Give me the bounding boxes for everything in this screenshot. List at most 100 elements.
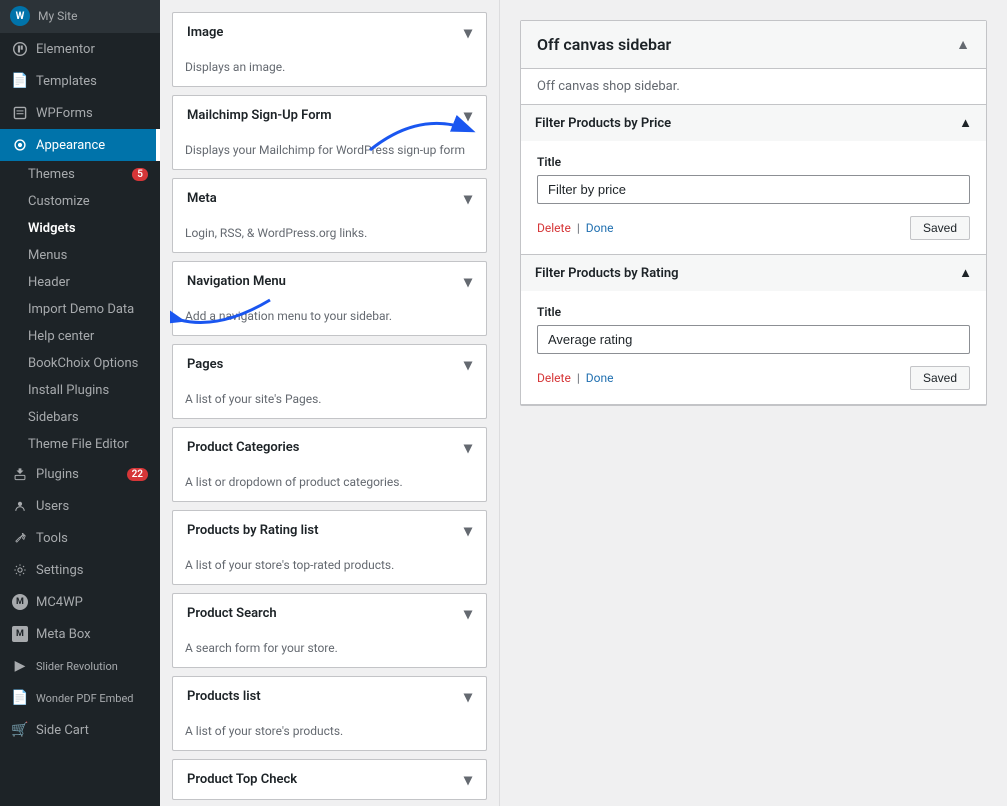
widget-mailchimp-desc: Displays your Mailchimp for WordPress si… — [173, 135, 486, 169]
sidebar-item-metabox[interactable]: M Meta Box — [0, 618, 160, 650]
panel-description: Off canvas shop sidebar. — [521, 69, 986, 105]
slider-icon: ▶ — [12, 658, 28, 674]
sidebar-item-elementor[interactable]: Elementor — [0, 33, 160, 65]
widget-mailchimp-label: Mailchimp Sign-Up Form — [187, 108, 332, 123]
widget-products-by-rating-header[interactable]: Products by Rating list ▾ — [173, 511, 486, 550]
chevron-down-icon: ▾ — [464, 189, 472, 208]
widget-products-by-rating-desc: A list of your store's top-rated product… — [173, 550, 486, 584]
sidebar-item-mc4wp[interactable]: M MC4WP — [0, 586, 160, 618]
rating-field-label: Title — [537, 305, 970, 319]
themes-badge: 5 — [132, 168, 148, 181]
chevron-down-icon: ▾ — [464, 521, 472, 540]
widget-pages-desc: A list of your site's Pages. — [173, 384, 486, 418]
sidebar-item-appearance[interactable]: Appearance — [0, 129, 160, 161]
widget-nav-menu: Navigation Menu ▾ Add a navigation menu … — [172, 261, 487, 336]
users-label: Users — [36, 499, 148, 514]
widget-price-actions: Delete | Done Saved — [537, 216, 970, 240]
rating-separator: | — [577, 371, 580, 385]
wpforms-label: WPForms — [36, 106, 148, 121]
price-saved-button[interactable]: Saved — [910, 216, 970, 240]
sidebar-item-settings[interactable]: Settings — [0, 554, 160, 586]
widget-card-price-collapse-icon: ▲ — [959, 115, 972, 131]
rating-done-link[interactable]: Done — [586, 371, 614, 385]
sidebar-logo[interactable]: W My Site — [0, 0, 160, 33]
off-canvas-panel: Off canvas sidebar ▲ Off canvas shop sid… — [520, 20, 987, 406]
sidebar-sub-header[interactable]: Header — [0, 269, 160, 296]
chevron-down-icon: ▾ — [464, 272, 472, 291]
sidebar-item-plugins[interactable]: Plugins 22 — [0, 458, 160, 490]
chevron-down-icon: ▾ — [464, 604, 472, 623]
sidebar-sub-install[interactable]: Install Plugins — [0, 377, 160, 404]
widget-card-rating-body: Title Delete | Done Saved — [521, 291, 986, 404]
widget-product-categories-desc: A list or dropdown of product categories… — [173, 467, 486, 501]
widget-card-price-title: Filter Products by Price — [535, 116, 671, 131]
widget-image-label: Image — [187, 25, 223, 40]
widget-meta-header[interactable]: Meta ▾ — [173, 179, 486, 218]
tools-label: Tools — [36, 531, 148, 546]
metabox-label: Meta Box — [36, 627, 148, 642]
widget-product-categories-header[interactable]: Product Categories ▾ — [173, 428, 486, 467]
price-delete-link[interactable]: Delete — [537, 221, 571, 235]
bookchoix-label: BookChoix Options — [28, 356, 138, 371]
elementor-icon — [12, 41, 28, 57]
settings-label: Settings — [36, 563, 148, 578]
sidebar-item-tools[interactable]: Tools — [0, 522, 160, 554]
widget-card-rating: Filter Products by Rating ▲ Title Delete… — [521, 255, 986, 405]
widget-meta-desc: Login, RSS, & WordPress.org links. — [173, 218, 486, 252]
widget-pages-header[interactable]: Pages ▾ — [173, 345, 486, 384]
appearance-icon — [12, 137, 28, 153]
sidebar-sub-themes[interactable]: Themes 5 — [0, 161, 160, 188]
widget-card-rating-title: Filter Products by Rating — [535, 266, 679, 281]
sidebar-sub-menus[interactable]: Menus — [0, 242, 160, 269]
sidebar-sub-widgets[interactable]: Widgets — [0, 215, 160, 242]
widget-pages: Pages ▾ A list of your site's Pages. — [172, 344, 487, 419]
sidebar-sub-bookchoix[interactable]: BookChoix Options — [0, 350, 160, 377]
chevron-down-icon: ▾ — [464, 355, 472, 374]
sidebar-sub-theme-editor[interactable]: Theme File Editor — [0, 431, 160, 458]
panel-header: Off canvas sidebar ▲ — [521, 21, 986, 69]
right-panel: Off canvas sidebar ▲ Off canvas shop sid… — [500, 0, 1007, 806]
sidebar-sub-help[interactable]: Help center — [0, 323, 160, 350]
rating-saved-button[interactable]: Saved — [910, 366, 970, 390]
rating-delete-link[interactable]: Delete — [537, 371, 571, 385]
widget-card-price-header[interactable]: Filter Products by Price ▲ — [521, 105, 986, 141]
widget-mailchimp-header[interactable]: Mailchimp Sign-Up Form ▾ — [173, 96, 486, 135]
appearance-label: Appearance — [36, 138, 160, 153]
metabox-icon: M — [12, 626, 28, 642]
widget-products-list-label: Products list — [187, 689, 261, 704]
widget-product-search-header[interactable]: Product Search ▾ — [173, 594, 486, 633]
widget-image-header[interactable]: Image ▾ — [173, 13, 486, 52]
sidebar-item-slider[interactable]: ▶ Slider Revolution — [0, 650, 160, 682]
sidebar-sub-import[interactable]: Import Demo Data — [0, 296, 160, 323]
install-label: Install Plugins — [28, 383, 109, 398]
sidebar-item-sidecart[interactable]: 🛒 Side Cart — [0, 714, 160, 746]
widget-product-categories-label: Product Categories — [187, 440, 299, 455]
sidebar-item-templates[interactable]: 📄 Templates — [0, 65, 160, 97]
sidebar-item-wonder[interactable]: 📄 Wonder PDF Embed — [0, 682, 160, 714]
chevron-down-icon: ▾ — [464, 438, 472, 457]
theme-editor-label: Theme File Editor — [28, 437, 129, 452]
widget-card-price: Filter Products by Price ▲ Title Delete … — [521, 105, 986, 255]
sidebar-item-users[interactable]: Users — [0, 490, 160, 522]
widget-products-list: Products list ▾ A list of your store's p… — [172, 676, 487, 751]
widget-product-top-check-header[interactable]: Product Top Check ▾ — [173, 760, 486, 799]
price-links: Delete | Done — [537, 221, 613, 235]
widget-nav-menu-header[interactable]: Navigation Menu ▾ — [173, 262, 486, 301]
settings-icon — [12, 562, 28, 578]
sidebar-sub-sidebars[interactable]: Sidebars — [0, 404, 160, 431]
widget-image: Image ▾ Displays an image. — [172, 12, 487, 87]
price-title-input[interactable] — [537, 175, 970, 204]
wonder-label: Wonder PDF Embed — [36, 692, 148, 705]
price-done-link[interactable]: Done — [586, 221, 614, 235]
sidebar-item-wpforms[interactable]: WPForms — [0, 97, 160, 129]
sidecart-icon: 🛒 — [12, 722, 28, 738]
widget-product-top-check: Product Top Check ▾ — [172, 759, 487, 800]
plugins-label: Plugins — [36, 467, 119, 482]
wp-logo: W — [10, 6, 30, 26]
rating-title-input[interactable] — [537, 325, 970, 354]
widget-card-rating-header[interactable]: Filter Products by Rating ▲ — [521, 255, 986, 291]
collapse-icon[interactable]: ▲ — [956, 36, 970, 53]
widget-products-list-header[interactable]: Products list ▾ — [173, 677, 486, 716]
sidebar-sub-customize[interactable]: Customize — [0, 188, 160, 215]
widget-products-by-rating: Products by Rating list ▾ A list of your… — [172, 510, 487, 585]
